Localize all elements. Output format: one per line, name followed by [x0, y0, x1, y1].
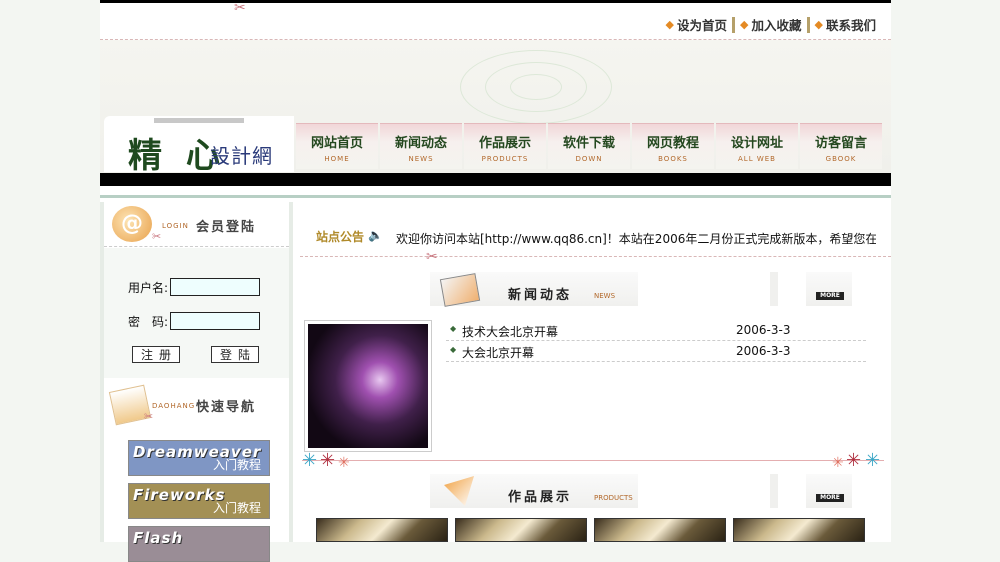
star-icon: ✳	[832, 455, 844, 471]
password-input[interactable]	[170, 312, 261, 330]
register-button[interactable]: 注册	[132, 346, 180, 363]
work-thumbnail[interactable]	[455, 518, 587, 542]
left-panel: @ LOGIN 会员登陆 ✂ 用户名: 密 码: 注册 登陆 DAOHANG 快…	[100, 202, 293, 562]
flash-tutorial-button[interactable]: Flash	[128, 526, 270, 562]
top-bar: ✂ ◆ 设为首页 ◆ 加入收藏 ◆ 联系我们	[100, 0, 891, 40]
nav-item-allweb[interactable]: 设计网址 ALL WEB	[716, 123, 798, 169]
green-divider	[100, 195, 891, 198]
news-header: 新闻动态 NEWS	[430, 272, 638, 307]
work-thumbnail[interactable]	[733, 518, 865, 542]
fireworks-tutorial-button[interactable]: Fireworks 入门教程	[128, 483, 270, 519]
page: ✂ ◆ 设为首页 ◆ 加入收藏 ◆ 联系我们 精 心 設計網 网站首页 HOME…	[100, 0, 891, 562]
site-notice: 站点公告 🔈 欢迎你访问本站[http://www.qq86.cn]！本站在20…	[300, 216, 891, 264]
works-title: 作品展示	[508, 490, 573, 505]
news-more-button[interactable]: MORE	[816, 292, 844, 300]
decor-ring	[510, 74, 562, 100]
star-icon: ✳	[302, 450, 318, 471]
news-more: MORE	[806, 272, 852, 306]
book-icon	[439, 273, 481, 307]
scissors-icon: ✂	[234, 0, 246, 16]
at-sign-icon: @	[112, 206, 152, 242]
megaphone-icon	[444, 476, 474, 506]
star-icon: ✳	[338, 455, 350, 471]
nav-item-books[interactable]: 网页教程 BOOKS	[632, 123, 714, 169]
left-panel-inner: @ LOGIN 会员登陆 ✂ 用户名: 密 码: 注册 登陆 DAOHANG 快…	[104, 202, 289, 562]
set-homepage-link[interactable]: ◆ 设为首页	[661, 15, 732, 34]
logo-sub-text: 設計網	[210, 144, 273, 168]
login-button[interactable]: 登陆	[211, 346, 259, 363]
speaker-icon: 🔈	[368, 228, 383, 242]
logo-bar	[154, 118, 244, 123]
section-divider	[302, 460, 884, 461]
login-title: 会员登陆	[196, 220, 257, 235]
notice-marquee: 欢迎你访问本站[http://www.qq86.cn]！本站在2006年二月份正…	[396, 232, 876, 246]
works-more-button[interactable]: MORE	[816, 494, 844, 502]
works-more: MORE	[806, 474, 852, 508]
password-row: 密 码:	[128, 312, 261, 330]
login-header: @ LOGIN 会员登陆 ✂	[104, 202, 289, 247]
nav-item-home[interactable]: 网站首页 HOME	[296, 123, 378, 169]
username-row: 用户名:	[128, 278, 261, 296]
add-favorite-link[interactable]: ◆ 加入收藏	[735, 15, 806, 34]
news-item[interactable]: ◆ 技术大会北京开幕 2006-3-3	[446, 320, 866, 341]
works-gallery	[316, 518, 865, 542]
works-header: 作品展示 PRODUCTS	[430, 474, 638, 508]
nav-item-down[interactable]: 软件下载 DOWN	[548, 123, 630, 169]
nav-item-products[interactable]: 作品展示 PRODUCTS	[464, 123, 546, 169]
scissors-icon: ✂	[144, 410, 154, 423]
bullet-icon: ◆	[450, 324, 457, 333]
dreamweaver-tutorial-button[interactable]: Dreamweaver 入门教程	[128, 440, 270, 476]
news-item[interactable]: ◆ 大会北京开幕 2006-3-3	[446, 341, 866, 362]
main-content: 站点公告 🔈 欢迎你访问本站[http://www.qq86.cn]！本站在20…	[300, 202, 891, 542]
bullet-icon: ◆	[450, 345, 457, 354]
login-form: 用户名: 密 码: 注册 登陆	[104, 248, 289, 378]
username-label: 用户名:	[128, 280, 169, 295]
diamond-icon: ◆	[740, 18, 749, 31]
notice-label: 站点公告	[316, 230, 365, 244]
top-links: ◆ 设为首页 ◆ 加入收藏 ◆ 联系我们	[661, 15, 881, 34]
password-label: 密 码:	[128, 314, 169, 329]
quick-nav-title: 快速导航	[196, 400, 257, 415]
scissors-icon: ✂	[152, 230, 162, 243]
quick-nav-header: DAOHANG 快速导航 ✂	[104, 382, 289, 426]
main-nav: 网站首页 HOME 新闻动态 NEWS 作品展示 PRODUCTS 软件下载 D…	[296, 123, 884, 169]
scissors-icon: ✂	[426, 249, 438, 265]
black-band	[100, 173, 891, 186]
work-thumbnail[interactable]	[594, 518, 726, 542]
work-thumbnail[interactable]	[316, 518, 448, 542]
news-image	[308, 324, 428, 448]
news-thumbnail[interactable]	[304, 320, 432, 452]
contact-us-link[interactable]: ◆ 联系我们	[810, 15, 881, 34]
diamond-icon: ◆	[814, 18, 823, 31]
news-title: 新闻动态	[508, 288, 573, 303]
star-icon: ✳	[865, 450, 881, 471]
star-icon: ✳	[320, 450, 336, 471]
site-logo[interactable]: 精 心 設計網	[104, 116, 294, 176]
star-icon: ✳	[846, 450, 862, 471]
nav-item-gbook[interactable]: 访客留言 GBOOK	[800, 123, 882, 169]
news-list: ◆ 技术大会北京开幕 2006-3-3 ◆ 大会北京开幕 2006-3-3	[446, 320, 866, 362]
nav-item-news[interactable]: 新闻动态 NEWS	[380, 123, 462, 169]
header-spacer	[770, 272, 778, 306]
header-spacer	[770, 474, 778, 508]
username-input[interactable]	[170, 278, 261, 296]
diamond-icon: ◆	[665, 18, 675, 31]
